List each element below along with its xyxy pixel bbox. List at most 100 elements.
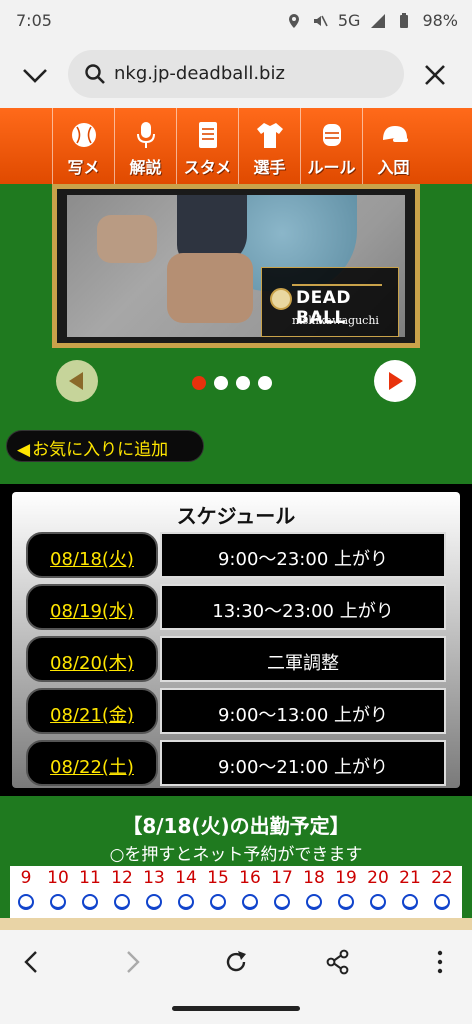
location-icon <box>288 13 299 28</box>
photo-boot <box>167 253 253 323</box>
back-icon[interactable] <box>18 948 46 976</box>
slide-dot[interactable] <box>258 376 272 390</box>
battery-icon <box>400 12 409 28</box>
hour-label: 22 <box>431 868 453 888</box>
reserve-circle-button[interactable] <box>50 894 66 910</box>
nav-label: 選手 <box>253 158 286 177</box>
photo-boot <box>97 215 157 263</box>
nav-item-commentary[interactable]: 解説 <box>114 108 176 184</box>
reserve-circle-button[interactable] <box>242 894 258 910</box>
hour-cell: 19 <box>330 866 362 918</box>
nav-item-lineup[interactable]: スタメン <box>176 108 238 201</box>
reserve-circle-button[interactable] <box>274 894 290 910</box>
reserve-circle-button[interactable] <box>146 894 162 910</box>
hour-label: 19 <box>335 868 357 888</box>
status-time: 7:05 <box>16 11 52 30</box>
url-text: nkg.jp-deadball.biz <box>114 63 285 84</box>
hour-cell: 15 <box>202 866 234 918</box>
reserve-circle-button[interactable] <box>82 894 98 910</box>
schedule-row: 08/19(水) 13:30〜23:00 上がり <box>26 584 446 630</box>
schedule-row: 08/22(土) 9:00〜21:00 上がり <box>26 740 446 786</box>
hour-label: 15 <box>207 868 229 888</box>
share-icon[interactable] <box>324 948 352 976</box>
mute-icon <box>313 15 328 26</box>
search-icon <box>85 64 105 84</box>
banner-photo: DEAD BALL nishikawaguchi <box>67 195 405 337</box>
banner-slider[interactable]: DEAD BALL nishikawaguchi <box>52 184 420 348</box>
reserve-circle-button[interactable] <box>370 894 386 910</box>
schedule-date-link[interactable]: 08/21(金) <box>26 688 158 734</box>
umpire-mask-icon <box>322 124 341 146</box>
slide-dot[interactable] <box>214 376 228 390</box>
nav-item-photos[interactable]: 写メ <box>52 108 114 184</box>
schedule-hours: 13:30〜23:00 上がり <box>160 584 446 630</box>
hour-cell: 12 <box>106 866 138 918</box>
slide-indicator <box>192 376 272 390</box>
more-options-icon[interactable] <box>426 948 454 976</box>
network-type: 5G <box>337 11 361 30</box>
triangle-left-icon: ◀ <box>17 440 31 460</box>
attendance-subtitle: ○を押すとネット予約ができます <box>109 845 363 865</box>
reserve-circle-button[interactable] <box>306 894 322 910</box>
attendance-title: 【8/18(火)の出勤予定】 <box>122 814 350 838</box>
hour-label: 10 <box>47 868 69 888</box>
close-icon[interactable] <box>420 60 450 90</box>
reservation-hours-table: 9 10 11 12 13 14 15 16 17 18 19 20 21 22 <box>10 866 462 918</box>
prev-slide-button[interactable] <box>56 360 98 402</box>
schedule-date-link[interactable]: 08/22(土) <box>26 740 158 786</box>
reserve-circle-button[interactable] <box>338 894 354 910</box>
hour-label: 18 <box>303 868 325 888</box>
banner-inner: DEAD BALL nishikawaguchi <box>57 189 415 343</box>
schedule-row: 08/20(木) 二軍調整 <box>26 636 446 682</box>
hour-label: 17 <box>271 868 293 888</box>
slide-dot[interactable] <box>236 376 250 390</box>
nav-label: 解説 <box>129 158 162 177</box>
next-slide-button[interactable] <box>374 360 416 402</box>
slide-dot-active[interactable] <box>192 376 206 390</box>
reserve-circle-button[interactable] <box>434 894 450 910</box>
battery-percent: 98% <box>422 11 458 30</box>
hour-label: 11 <box>79 868 101 888</box>
forward-icon[interactable] <box>118 948 146 976</box>
nav-label: 写メ <box>67 158 100 177</box>
hour-cell: 10 <box>42 866 74 918</box>
schedule-row: 08/18(火) 9:00〜23:00 上がり <box>26 532 446 578</box>
nav-label: 入団 <box>377 158 410 177</box>
reserve-circle-button[interactable] <box>402 894 418 910</box>
nav-item-join[interactable]: 入団 <box>362 108 424 184</box>
url-field[interactable]: nkg.jp-deadball.biz <box>68 50 404 98</box>
status-icons: 5G 98% <box>286 11 458 30</box>
hour-cell: 9 <box>10 866 42 918</box>
add-favorite-button[interactable]: ◀ お気に入りに追加 <box>6 430 204 462</box>
schedule-panel: スケジュール 08/18(火) 9:00〜23:00 上がり 08/19(水) … <box>12 492 460 788</box>
schedule-date-link[interactable]: 08/19(水) <box>26 584 158 630</box>
nav-label: ルール <box>307 158 356 177</box>
chevron-down-icon[interactable] <box>20 60 50 90</box>
reserve-circle-button[interactable] <box>18 894 34 910</box>
cork-strip <box>0 918 472 930</box>
schedule-row: 08/21(金) 9:00〜13:00 上がり <box>26 688 446 734</box>
hour-cell: 16 <box>234 866 266 918</box>
nav-item-rules[interactable]: ルール <box>300 108 362 184</box>
reserve-circle-button[interactable] <box>114 894 130 910</box>
hour-label: 14 <box>175 868 197 888</box>
signal-icon <box>371 13 386 28</box>
gesture-bar <box>172 1006 300 1011</box>
schedule-date-link[interactable]: 08/18(火) <box>26 532 158 578</box>
deadball-logo: DEAD BALL nishikawaguchi <box>261 267 399 337</box>
arrow-left-icon <box>69 372 83 390</box>
hour-label: 20 <box>367 868 389 888</box>
reserve-circle-button[interactable] <box>178 894 194 910</box>
reserve-circle-button[interactable] <box>210 894 226 910</box>
hour-cell: 22 <box>426 866 458 918</box>
status-bar: 7:05 5G 98% <box>0 0 472 42</box>
schedule-date-link[interactable]: 08/20(木) <box>26 636 158 682</box>
hour-cell: 18 <box>298 866 330 918</box>
schedule-hours: 9:00〜21:00 上がり <box>160 740 446 786</box>
hour-cell: 14 <box>170 866 202 918</box>
hour-label: 13 <box>143 868 165 888</box>
add-favorite-label: お気に入りに追加 <box>32 440 169 460</box>
lineup-card-icon <box>198 122 217 148</box>
reload-icon[interactable] <box>222 948 250 976</box>
nav-item-players[interactable]: 選手 <box>238 108 300 184</box>
